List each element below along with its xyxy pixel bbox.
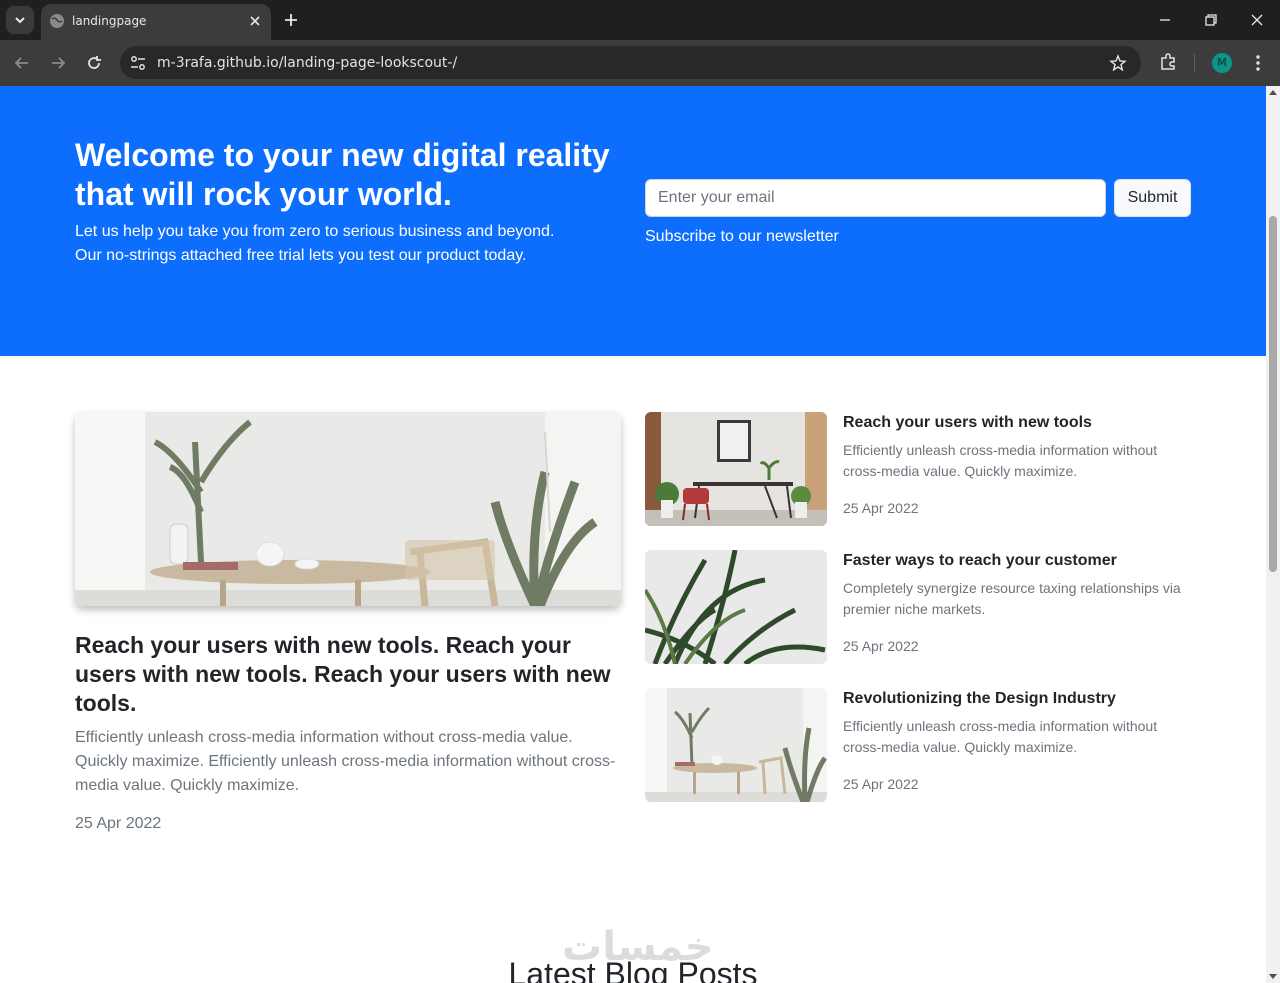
featured-post-excerpt: Efficiently unleash cross-media informat…	[75, 729, 616, 794]
page-viewport: Welcome to your new digital reality that…	[0, 86, 1266, 983]
side-post[interactable]: Faster ways to reach your customer Compl…	[645, 550, 1191, 665]
address-bar[interactable]: m-3rafa.github.io/landing-page-lookscout…	[120, 46, 1141, 79]
url-host: m-3rafa.github.io	[157, 55, 279, 71]
side-post-title[interactable]: Reach your users with new tools	[843, 414, 1092, 432]
page-scrollbar[interactable]	[1266, 86, 1280, 983]
side-post[interactable]: Reach your users with new tools Efficien…	[645, 412, 1191, 527]
minimize-icon[interactable]	[1157, 12, 1173, 28]
featured-post-image[interactable]	[75, 412, 621, 606]
reload-icon[interactable]	[84, 53, 104, 73]
side-post-title[interactable]: Revolutionizing the Design Industry	[843, 690, 1116, 708]
side-post[interactable]: Revolutionizing the Design Industry Effi…	[645, 688, 1191, 803]
side-post-excerpt: Efficiently unleash cross-media informat…	[843, 442, 1158, 479]
side-post-image[interactable]	[645, 688, 827, 802]
more-menu-icon[interactable]	[1250, 53, 1266, 73]
toolbar-divider	[1194, 54, 1195, 72]
featured-post-date: 25 Apr 2022	[75, 815, 162, 832]
tab-title: landingpage	[72, 14, 147, 28]
scrollbar-thumb[interactable]	[1269, 216, 1277, 572]
newsletter-caption: Subscribe to our newsletter	[645, 228, 839, 245]
chevron-down-icon	[15, 17, 25, 24]
hero-title: Welcome to your new digital reality that…	[75, 137, 610, 212]
plant-leaves-illustration	[645, 550, 827, 664]
side-post-image[interactable]	[645, 412, 827, 526]
hero-description: Let us help you take you from zero to se…	[75, 220, 635, 268]
featured-post-title[interactable]: Reach your users with new tools. Reach y…	[75, 631, 623, 718]
desk-room-illustration	[645, 412, 827, 526]
scroll-up-arrow-icon[interactable]	[1269, 90, 1277, 95]
hero-text-line-2: Our no-strings attached free trial lets …	[75, 247, 527, 264]
extensions-puzzle-icon[interactable]	[1158, 52, 1178, 72]
side-post-title[interactable]: Faster ways to reach your customer	[843, 552, 1117, 570]
close-window-icon[interactable]	[1249, 12, 1265, 28]
room-with-table-illustration	[645, 688, 827, 802]
globe-icon	[50, 14, 64, 28]
bookmark-star-icon[interactable]	[1109, 54, 1127, 72]
site-settings-icon[interactable]	[128, 53, 148, 73]
url-path: /landing-page-lookscout-/	[278, 55, 458, 71]
back-arrow-icon[interactable]	[12, 53, 32, 73]
browser-tab[interactable]: landingpage	[41, 4, 271, 40]
side-post-date: 25 Apr 2022	[843, 500, 919, 516]
close-icon[interactable]	[247, 13, 263, 29]
side-post-excerpt: Completely synergize resource taxing rel…	[843, 580, 1181, 617]
hero-section: Welcome to your new digital reality that…	[0, 86, 1266, 356]
tab-search-button[interactable]	[6, 6, 34, 34]
submit-button[interactable]: Submit	[1114, 179, 1191, 217]
forward-arrow-icon[interactable]	[48, 53, 68, 73]
side-post-date: 25 Apr 2022	[843, 638, 919, 654]
email-input[interactable]	[645, 179, 1106, 217]
section-title: Latest Blog Posts	[508, 956, 758, 983]
side-post-date: 25 Apr 2022	[843, 776, 919, 792]
scroll-down-arrow-icon[interactable]	[1269, 974, 1277, 979]
url-text: m-3rafa.github.io/landing-page-lookscout…	[157, 55, 457, 71]
new-tab-plus-icon[interactable]	[282, 11, 300, 29]
tab-strip: landingpage	[0, 0, 1280, 40]
profile-avatar[interactable]: M	[1212, 53, 1232, 73]
room-with-table-illustration	[75, 412, 621, 606]
browser-toolbar: m-3rafa.github.io/landing-page-lookscout…	[0, 40, 1280, 86]
hero-text-line-1: Let us help you take you from zero to se…	[75, 223, 555, 240]
restore-icon[interactable]	[1203, 12, 1219, 28]
side-post-excerpt: Efficiently unleash cross-media informat…	[843, 718, 1158, 755]
side-post-image[interactable]	[645, 550, 827, 664]
